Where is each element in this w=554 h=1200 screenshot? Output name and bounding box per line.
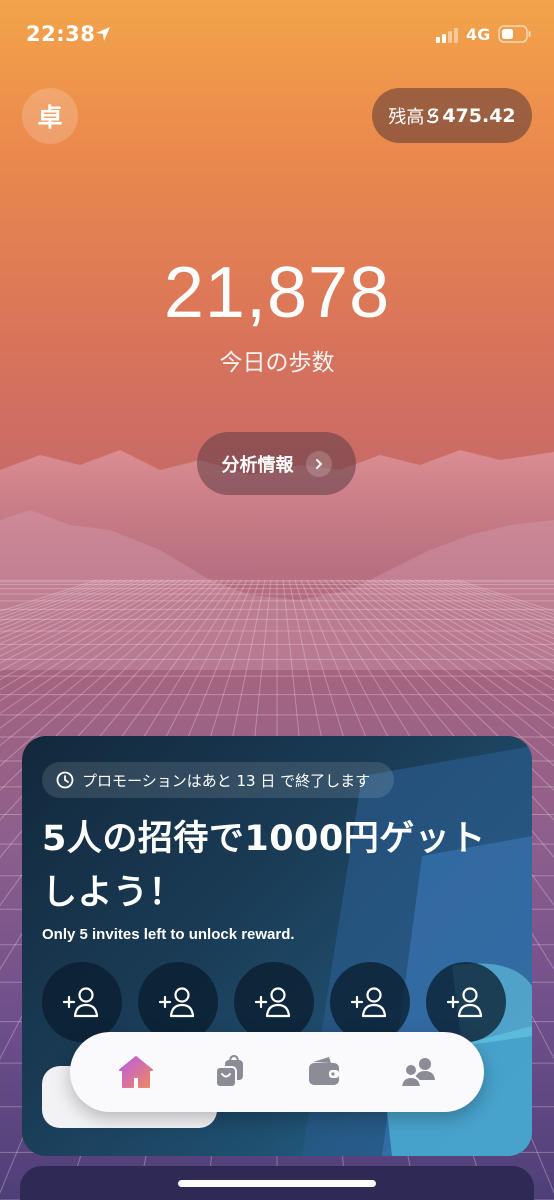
add-user-icon <box>446 987 483 1018</box>
profile-avatar[interactable]: 卓 <box>22 88 78 144</box>
nav-home[interactable] <box>112 1048 160 1096</box>
add-user-icon <box>62 987 99 1018</box>
people-icon <box>399 1058 435 1088</box>
promo-deadline-badge: プロモーションはあと 13 日 で終了します <box>42 762 394 798</box>
wallet-icon <box>309 1057 339 1085</box>
invite-slot[interactable] <box>234 962 314 1042</box>
chevron-right-icon <box>305 450 332 477</box>
coin-currency-icon <box>427 107 439 123</box>
battery-icon <box>498 25 531 43</box>
add-user-icon <box>350 987 387 1018</box>
add-user-icon <box>158 987 195 1018</box>
invite-slots <box>42 962 512 1042</box>
location-arrow-icon <box>96 27 110 41</box>
analysis-button-label: 分析情報 <box>221 454 294 476</box>
nav-wallet[interactable] <box>300 1048 348 1096</box>
step-count: 21,878 <box>163 253 391 333</box>
promo-title: 5人の招待で1000円ゲットしよう！ <box>42 819 486 913</box>
nav-friends[interactable] <box>394 1048 442 1096</box>
clock-icon <box>56 771 74 789</box>
add-user-icon <box>254 987 291 1018</box>
home-indicator <box>178 1180 376 1187</box>
balance-label: 残高 <box>388 106 425 128</box>
home-icon <box>119 1056 153 1088</box>
status-bar: 22:38 4G <box>0 0 554 70</box>
avatar-initial: 卓 <box>37 103 63 132</box>
bottom-navigation <box>70 1032 484 1112</box>
invite-slot[interactable] <box>138 962 218 1042</box>
invite-slot[interactable] <box>330 962 410 1042</box>
network-type: 4G <box>466 25 491 44</box>
analysis-button[interactable]: 分析情報 <box>197 432 356 495</box>
cellular-signal-icon <box>436 28 458 43</box>
invite-slot[interactable] <box>426 962 506 1042</box>
balance-button[interactable]: 残高 475.42 <box>372 88 532 143</box>
status-time: 22:38 <box>26 22 96 46</box>
balance-value: 475.42 <box>442 104 516 127</box>
promo-deadline-text: プロモーションはあと 13 日 で終了します <box>82 771 371 790</box>
shopping-bags-icon <box>215 1054 243 1088</box>
nav-shop[interactable] <box>206 1048 254 1096</box>
step-count-label: 今日の歩数 <box>219 350 335 376</box>
promo-subtitle: Only 5 invites left to unlock reward. <box>42 926 295 943</box>
invite-slot[interactable] <box>42 962 122 1042</box>
